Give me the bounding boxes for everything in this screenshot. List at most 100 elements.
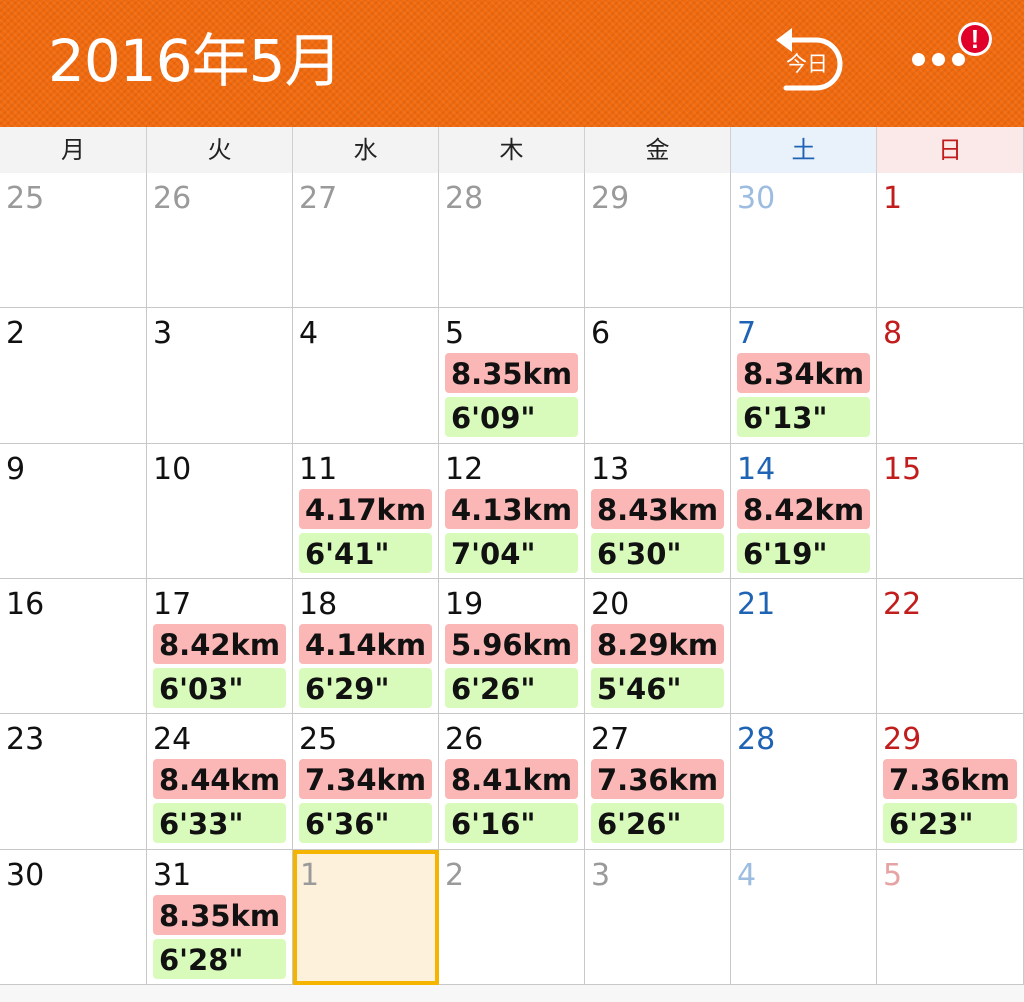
day-cell[interactable]: 21 <box>731 579 877 714</box>
day-cell-selected[interactable]: 1 <box>293 850 439 985</box>
weekday-label: 火 <box>147 127 293 173</box>
alert-badge-icon: ! <box>958 22 992 56</box>
distance-badge: 7.36km <box>883 759 1017 799</box>
day-cell[interactable]: 28 <box>439 173 585 308</box>
day-number: 27 <box>299 181 338 216</box>
day-number: 21 <box>737 587 776 622</box>
day-cell[interactable]: 18 4.14km 6'29" <box>293 579 439 714</box>
day-cell[interactable]: 3 <box>147 308 293 444</box>
day-cell[interactable]: 25 <box>0 173 147 308</box>
day-cell[interactable]: 11 4.17km 6'41" <box>293 444 439 579</box>
distance-badge: 8.35km <box>445 353 578 393</box>
menu-dot-icon <box>952 53 965 66</box>
calendar-grid: 25 26 27 28 29 30 1 2 3 4 5 8.35km 6'09" 6 7 8.34km 6'13… <box>0 173 1024 985</box>
day-cell[interactable]: 29 <box>585 173 731 308</box>
day-cell[interactable]: 24 8.44km 6'33" <box>147 714 293 850</box>
day-cell[interactable]: 9 <box>0 444 147 579</box>
day-cell[interactable]: 6 <box>585 308 731 444</box>
day-number: 20 <box>591 587 630 622</box>
month-title[interactable]: 2016年5月 <box>48 26 343 96</box>
day-number: 22 <box>883 587 922 622</box>
day-cell[interactable]: 4 <box>731 850 877 985</box>
day-cell[interactable]: 25 7.34km 6'36" <box>293 714 439 850</box>
day-number: 13 <box>591 452 630 487</box>
day-cell[interactable]: 31 8.35km 6'28" <box>147 850 293 985</box>
day-cell[interactable]: 26 8.41km 6'16" <box>439 714 585 850</box>
day-cell[interactable]: 30 <box>0 850 147 985</box>
distance-badge: 7.34km <box>299 759 432 799</box>
pace-badge: 6'13" <box>737 397 870 437</box>
day-cell[interactable]: 27 <box>293 173 439 308</box>
weekday-label: 木 <box>439 127 585 173</box>
distance-badge: 8.42km <box>737 489 870 529</box>
distance-badge: 8.34km <box>737 353 870 393</box>
app-header: 2016年5月 今日 ! <box>0 0 1024 127</box>
day-cell[interactable]: 5 <box>877 850 1024 985</box>
pace-badge: 6'36" <box>299 803 432 843</box>
day-number: 4 <box>737 858 757 893</box>
day-cell[interactable]: 17 8.42km 6'03" <box>147 579 293 714</box>
pace-badge: 7'04" <box>445 533 578 573</box>
day-number: 26 <box>445 722 484 757</box>
day-number: 29 <box>883 722 922 757</box>
day-number: 29 <box>591 181 630 216</box>
day-cell[interactable]: 14 8.42km 6'19" <box>731 444 877 579</box>
day-number: 30 <box>6 858 45 893</box>
day-number: 5 <box>445 316 465 351</box>
day-cell[interactable]: 8 <box>877 308 1024 444</box>
pace-badge: 6'28" <box>153 939 286 979</box>
day-cell[interactable]: 30 <box>731 173 877 308</box>
day-cell[interactable]: 22 <box>877 579 1024 714</box>
today-button[interactable]: 今日 <box>768 18 862 96</box>
bottom-strip <box>0 985 1024 1002</box>
distance-badge: 4.14km <box>299 624 432 664</box>
day-cell[interactable]: 3 <box>585 850 731 985</box>
distance-badge: 5.96km <box>445 624 578 664</box>
day-cell[interactable]: 29 7.36km 6'23" <box>877 714 1024 850</box>
distance-badge: 8.29km <box>591 624 724 664</box>
day-number: 23 <box>6 722 45 757</box>
more-menu-button[interactable]: ! <box>906 22 1006 82</box>
pace-badge: 6'03" <box>153 668 286 708</box>
menu-dot-icon <box>932 53 945 66</box>
day-cell[interactable]: 4 <box>293 308 439 444</box>
distance-badge: 8.42km <box>153 624 286 664</box>
day-number: 31 <box>153 858 192 893</box>
day-number: 4 <box>299 316 319 351</box>
day-cell[interactable]: 20 8.29km 5'46" <box>585 579 731 714</box>
pace-badge: 6'09" <box>445 397 578 437</box>
day-number: 6 <box>591 316 611 351</box>
day-number: 19 <box>445 587 484 622</box>
day-cell[interactable]: 19 5.96km 6'26" <box>439 579 585 714</box>
day-cell[interactable]: 28 <box>731 714 877 850</box>
day-number: 15 <box>883 452 922 487</box>
day-cell[interactable]: 7 8.34km 6'13" <box>731 308 877 444</box>
day-cell[interactable]: 27 7.36km 6'26" <box>585 714 731 850</box>
day-cell[interactable]: 15 <box>877 444 1024 579</box>
distance-badge: 8.44km <box>153 759 286 799</box>
weekday-label: 月 <box>0 127 147 173</box>
day-cell[interactable]: 10 <box>147 444 293 579</box>
day-number: 3 <box>591 858 611 893</box>
distance-badge: 4.17km <box>299 489 432 529</box>
day-cell[interactable]: 13 8.43km 6'30" <box>585 444 731 579</box>
day-number: 14 <box>737 452 776 487</box>
day-cell[interactable]: 1 <box>877 173 1024 308</box>
day-cell[interactable]: 2 <box>439 850 585 985</box>
today-label: 今日 <box>786 52 828 76</box>
day-cell[interactable]: 26 <box>147 173 293 308</box>
day-cell[interactable]: 16 <box>0 579 147 714</box>
day-number: 12 <box>445 452 484 487</box>
weekday-header-row: 月火水木金土日 <box>0 127 1024 174</box>
day-number: 9 <box>6 452 26 487</box>
day-cell[interactable]: 5 8.35km 6'09" <box>439 308 585 444</box>
day-cell[interactable]: 12 4.13km 7'04" <box>439 444 585 579</box>
day-cell[interactable]: 2 <box>0 308 147 444</box>
distance-badge: 8.41km <box>445 759 578 799</box>
day-number: 8 <box>883 316 903 351</box>
day-number: 1 <box>300 858 320 893</box>
pace-badge: 6'26" <box>445 668 578 708</box>
day-number: 16 <box>6 587 45 622</box>
day-cell[interactable]: 23 <box>0 714 147 850</box>
pace-badge: 6'29" <box>299 668 432 708</box>
